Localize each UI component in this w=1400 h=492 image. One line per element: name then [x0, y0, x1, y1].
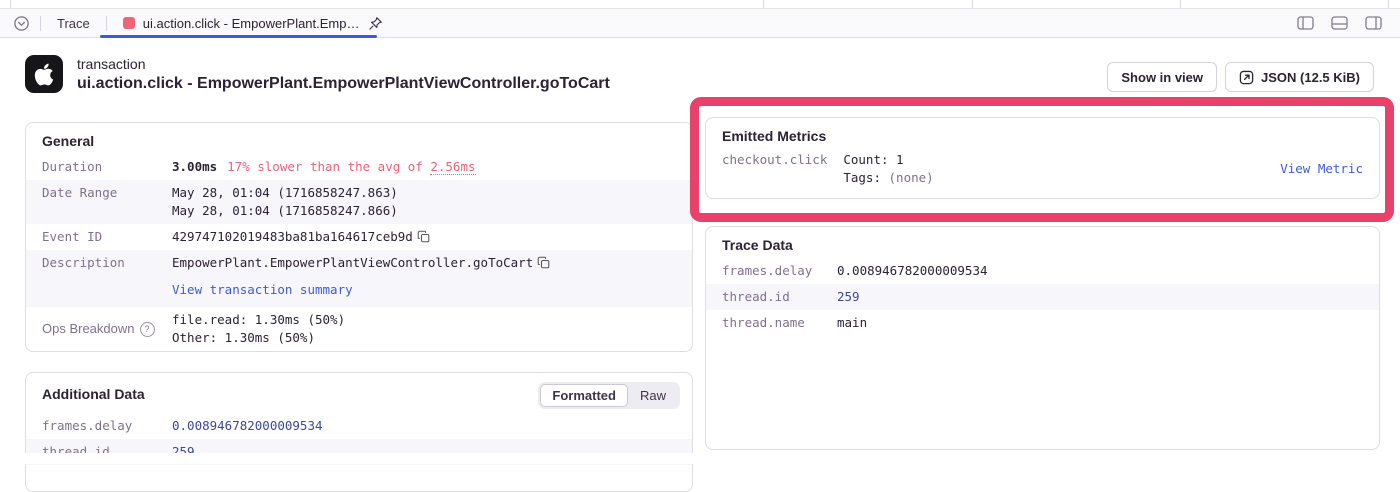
column-divider: [972, 0, 973, 8]
date-range-start: May 28, 01:04 (1716858247.863): [172, 184, 676, 202]
dock-right-icon: [1365, 16, 1382, 30]
show-in-view-button[interactable]: Show in view: [1107, 62, 1217, 92]
ops-breakdown-row: Ops Breakdown? file.read: 1.30ms (50%)Ot…: [26, 307, 692, 351]
row-value: 0.008946782000009534: [837, 262, 1363, 280]
date-range-end: May 28, 01:04 (1716858247.866): [172, 202, 676, 220]
format-toggle: Formatted Raw: [538, 382, 680, 409]
page-title: ui.action.click - EmpowerPlant.EmpowerPl…: [77, 75, 610, 93]
date-range-row: Date Range May 28, 01:04 (1716858247.863…: [26, 180, 692, 224]
formatted-toggle-button[interactable]: Formatted: [540, 384, 628, 407]
date-range-key: Date Range: [42, 184, 172, 202]
trace-data-title: Trace Data: [706, 227, 1379, 258]
dock-right-button[interactable]: [1360, 12, 1386, 34]
transaction-marker-icon: [123, 17, 135, 29]
pin-icon[interactable]: [368, 16, 383, 31]
table-row: frames.delay 0.008946782000009534: [706, 258, 1379, 284]
help-icon[interactable]: ?: [140, 322, 155, 337]
dock-bottom-button[interactable]: [1326, 12, 1352, 34]
duration-row: Duration 3.00ms 17% slower than the avg o…: [26, 154, 692, 180]
avg-duration-tooltip-link[interactable]: 2.56ms: [430, 159, 475, 175]
metric-count: Count: 1: [843, 151, 933, 169]
chevron-down-circle-icon: [13, 15, 30, 32]
general-section: General Duration 3.00ms 17% slower than t…: [25, 122, 693, 352]
copy-icon[interactable]: [417, 230, 430, 243]
view-transaction-summary-link[interactable]: View transaction summary: [172, 281, 676, 299]
drawer-bottom-edge: [0, 453, 1400, 464]
json-download-button[interactable]: JSON (12.5 KiB): [1225, 62, 1374, 92]
description-key: Description: [42, 254, 172, 272]
duration-key: Duration: [42, 158, 172, 176]
ops-breakdown-key: Ops Breakdown?: [42, 320, 172, 338]
show-in-view-label: Show in view: [1121, 70, 1203, 85]
view-metric-link[interactable]: View Metric: [1280, 160, 1363, 178]
general-section-title: General: [26, 123, 692, 154]
row-value: 259: [837, 288, 1363, 306]
column-divider: [1180, 0, 1181, 8]
duration-value: 3.00ms: [172, 159, 217, 174]
event-type-label: transaction: [77, 56, 610, 72]
tab-trace[interactable]: Trace: [47, 9, 100, 37]
table-row: thread.id 259: [706, 284, 1379, 310]
description-value: EmpowerPlant.EmpowerPlantViewController.…: [172, 255, 533, 270]
description-row: Description EmpowerPlant.EmpowerPlantVie…: [26, 250, 692, 307]
layout-toggle-group: [1292, 12, 1386, 34]
trace-data-section: Trace Data frames.delay 0.00894678200000…: [705, 226, 1380, 450]
event-id-row: Event ID 429747102019483ba81ba164617ceb9…: [26, 224, 692, 250]
collapse-drawer-button[interactable]: [8, 12, 34, 34]
column-divider: [1388, 0, 1389, 8]
row-key: thread.name: [722, 314, 837, 332]
trace-grid-sliver: [0, 0, 1400, 9]
divider: [106, 16, 107, 31]
metric-name: checkout.click: [722, 151, 827, 187]
column-divider: [10, 0, 11, 8]
external-link-icon: [1239, 70, 1254, 85]
tab-transaction[interactable]: ui.action.click - EmpowerPlant.Emp…: [113, 9, 393, 37]
drawer-tab-bar: Trace ui.action.click - EmpowerPlant.Emp…: [0, 9, 1400, 38]
emitted-metrics-title: Emitted Metrics: [706, 118, 1379, 147]
event-id-key: Event ID: [42, 228, 172, 246]
copy-icon[interactable]: [537, 256, 550, 269]
row-key: frames.delay: [722, 262, 837, 280]
duration-comparison: 17% slower than the avg of 2.56ms: [227, 159, 475, 174]
divider: [40, 16, 41, 31]
json-button-label: JSON (12.5 KiB): [1261, 70, 1360, 85]
row-key: thread.id: [722, 288, 837, 306]
event-header: transaction ui.action.click - EmpowerPla…: [25, 55, 610, 93]
dock-bottom-icon: [1331, 16, 1348, 30]
emitted-metrics-section: Emitted Metrics checkout.click Count: 1 …: [705, 117, 1380, 199]
column-divider: [763, 0, 764, 8]
row-key: frames.delay: [42, 417, 172, 435]
row-value: main: [837, 314, 1363, 332]
ops-breakdown-entry: file.read: 1.30ms (50%): [172, 311, 676, 329]
additional-data-section: Additional Data Formatted Raw frames.del…: [25, 372, 693, 492]
table-row: frames.delay 0.008946782000009534: [26, 413, 692, 439]
tab-trace-label: Trace: [57, 16, 90, 31]
apple-platform-icon: [25, 55, 63, 93]
emitted-metric-row: checkout.click Count: 1 Tags: (none) Vie…: [706, 147, 1379, 191]
event-id-value: 429747102019483ba81ba164617ceb9d: [172, 229, 413, 244]
ops-breakdown-entry: Other: 1.30ms (50%): [172, 329, 676, 347]
metric-tags: Tags: (none): [843, 169, 933, 187]
tab-transaction-label: ui.action.click - EmpowerPlant.Emp…: [143, 16, 360, 31]
header-actions: Show in view JSON (12.5 KiB): [1107, 62, 1374, 92]
raw-toggle-button[interactable]: Raw: [628, 384, 678, 407]
row-value: 0.008946782000009534: [172, 417, 676, 435]
dock-left-button[interactable]: [1292, 12, 1318, 34]
table-row: thread.name main: [706, 310, 1379, 336]
dock-left-icon: [1297, 16, 1314, 30]
active-tab-underline: [100, 35, 377, 38]
